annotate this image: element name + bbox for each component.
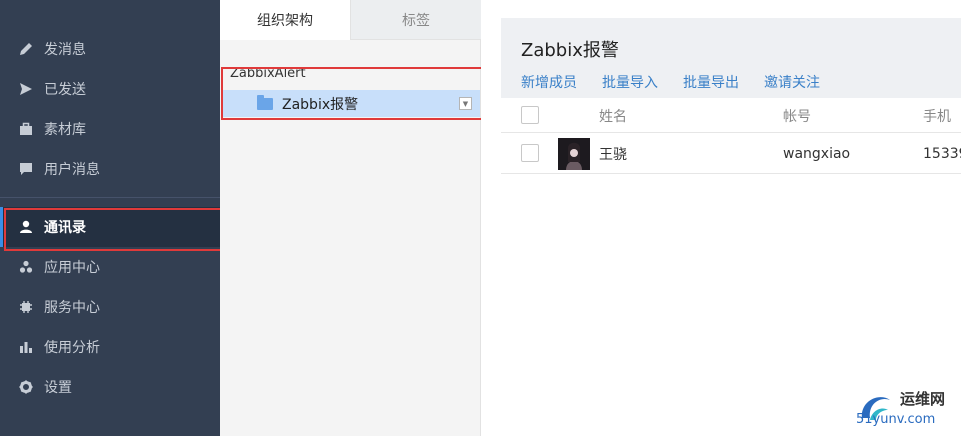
chip-icon (18, 299, 34, 315)
add-member-link[interactable]: 新增成员 (521, 72, 577, 92)
watermark: 运维网 51yunv.com (852, 388, 961, 436)
sidebar-item-app-center[interactable]: 应用中心 (0, 247, 220, 287)
sidebar-item-label: 通讯录 (44, 220, 86, 236)
tree-tabs: 组织架构 标签 (220, 0, 481, 40)
column-header-name: 姓名 (599, 108, 627, 125)
chat-icon (18, 161, 34, 177)
select-all-checkbox[interactable] (521, 106, 539, 124)
sidebar-item-usage-analysis[interactable]: 使用分析 (0, 327, 220, 367)
batch-import-link[interactable]: 批量导入 (602, 72, 658, 92)
sidebar: 发消息 已发送 素材库 用户消息 通讯录 应用中心 服务中心 使用分析 设置 (0, 0, 220, 436)
table-row[interactable]: 王骁 wangxiao 15339 (501, 133, 961, 174)
sidebar-item-label: 设置 (44, 380, 72, 396)
sidebar-item-label: 发消息 (44, 42, 86, 58)
briefcase-icon (18, 121, 34, 137)
member-phone: 15339 (923, 145, 961, 162)
sidebar-item-label: 应用中心 (44, 260, 100, 276)
avatar (558, 138, 590, 170)
row-checkbox[interactable] (521, 144, 539, 162)
tree-root-node[interactable]: ZabbixAlert (230, 66, 306, 81)
sidebar-item-sent[interactable]: 已发送 (0, 69, 220, 109)
folder-icon (257, 94, 273, 110)
sidebar-item-user-messages[interactable]: 用户消息 (0, 149, 220, 189)
app-window: 发消息 已发送 素材库 用户消息 通讯录 应用中心 服务中心 使用分析 设置 组… (0, 0, 961, 436)
sidebar-item-label: 素材库 (44, 122, 86, 138)
apps-icon (18, 259, 34, 275)
sidebar-item-label: 已发送 (44, 82, 86, 98)
sidebar-item-send-message[interactable]: 发消息 (0, 29, 220, 69)
tree-node-department[interactable]: Zabbix报警 ▼ (223, 90, 480, 117)
column-header-account: 帐号 (783, 108, 811, 125)
sidebar-item-label: 服务中心 (44, 300, 100, 316)
department-title: Zabbix报警 (521, 40, 619, 61)
sidebar-item-contacts[interactable]: 通讯录 (0, 207, 220, 247)
invite-follow-link[interactable]: 邀请关注 (764, 72, 820, 92)
tab-tags[interactable]: 标签 (351, 0, 481, 40)
org-tree-panel: 组织架构 标签 ZabbixAlert Zabbix报警 ▼ (220, 0, 481, 436)
batch-export-link[interactable]: 批量导出 (683, 72, 739, 92)
member-name[interactable]: 王骁 (599, 133, 627, 174)
user-icon (18, 219, 34, 235)
pencil-icon (18, 41, 34, 57)
table-header: 姓名 帐号 手机 (501, 98, 961, 133)
gear-icon (18, 379, 34, 395)
watermark-title: 运维网 (900, 390, 946, 408)
member-account: wangxiao (783, 145, 851, 162)
bar-chart-icon (18, 339, 34, 355)
sidebar-item-label: 用户消息 (44, 162, 100, 178)
sidebar-item-materials[interactable]: 素材库 (0, 109, 220, 149)
column-header-phone: 手机 (923, 108, 951, 125)
sidebar-divider (0, 197, 220, 198)
sidebar-item-settings[interactable]: 设置 (0, 367, 220, 407)
sidebar-item-label: 使用分析 (44, 340, 100, 356)
action-bar: 新增成员 批量导入 批量导出 邀请关注 (521, 72, 845, 92)
node-dropdown-icon[interactable]: ▼ (459, 97, 472, 110)
department-header: Zabbix报警 新增成员 批量导入 批量导出 邀请关注 (501, 18, 961, 98)
tree-node-label: Zabbix报警 (282, 96, 359, 113)
send-icon (18, 81, 34, 97)
main-content: Zabbix报警 新增成员 批量导入 批量导出 邀请关注 姓名 帐号 手机 王骁… (481, 0, 961, 436)
tab-org-structure[interactable]: 组织架构 (220, 0, 351, 40)
sidebar-item-service-center[interactable]: 服务中心 (0, 287, 220, 327)
watermark-url: 51yunv.com (856, 412, 936, 427)
